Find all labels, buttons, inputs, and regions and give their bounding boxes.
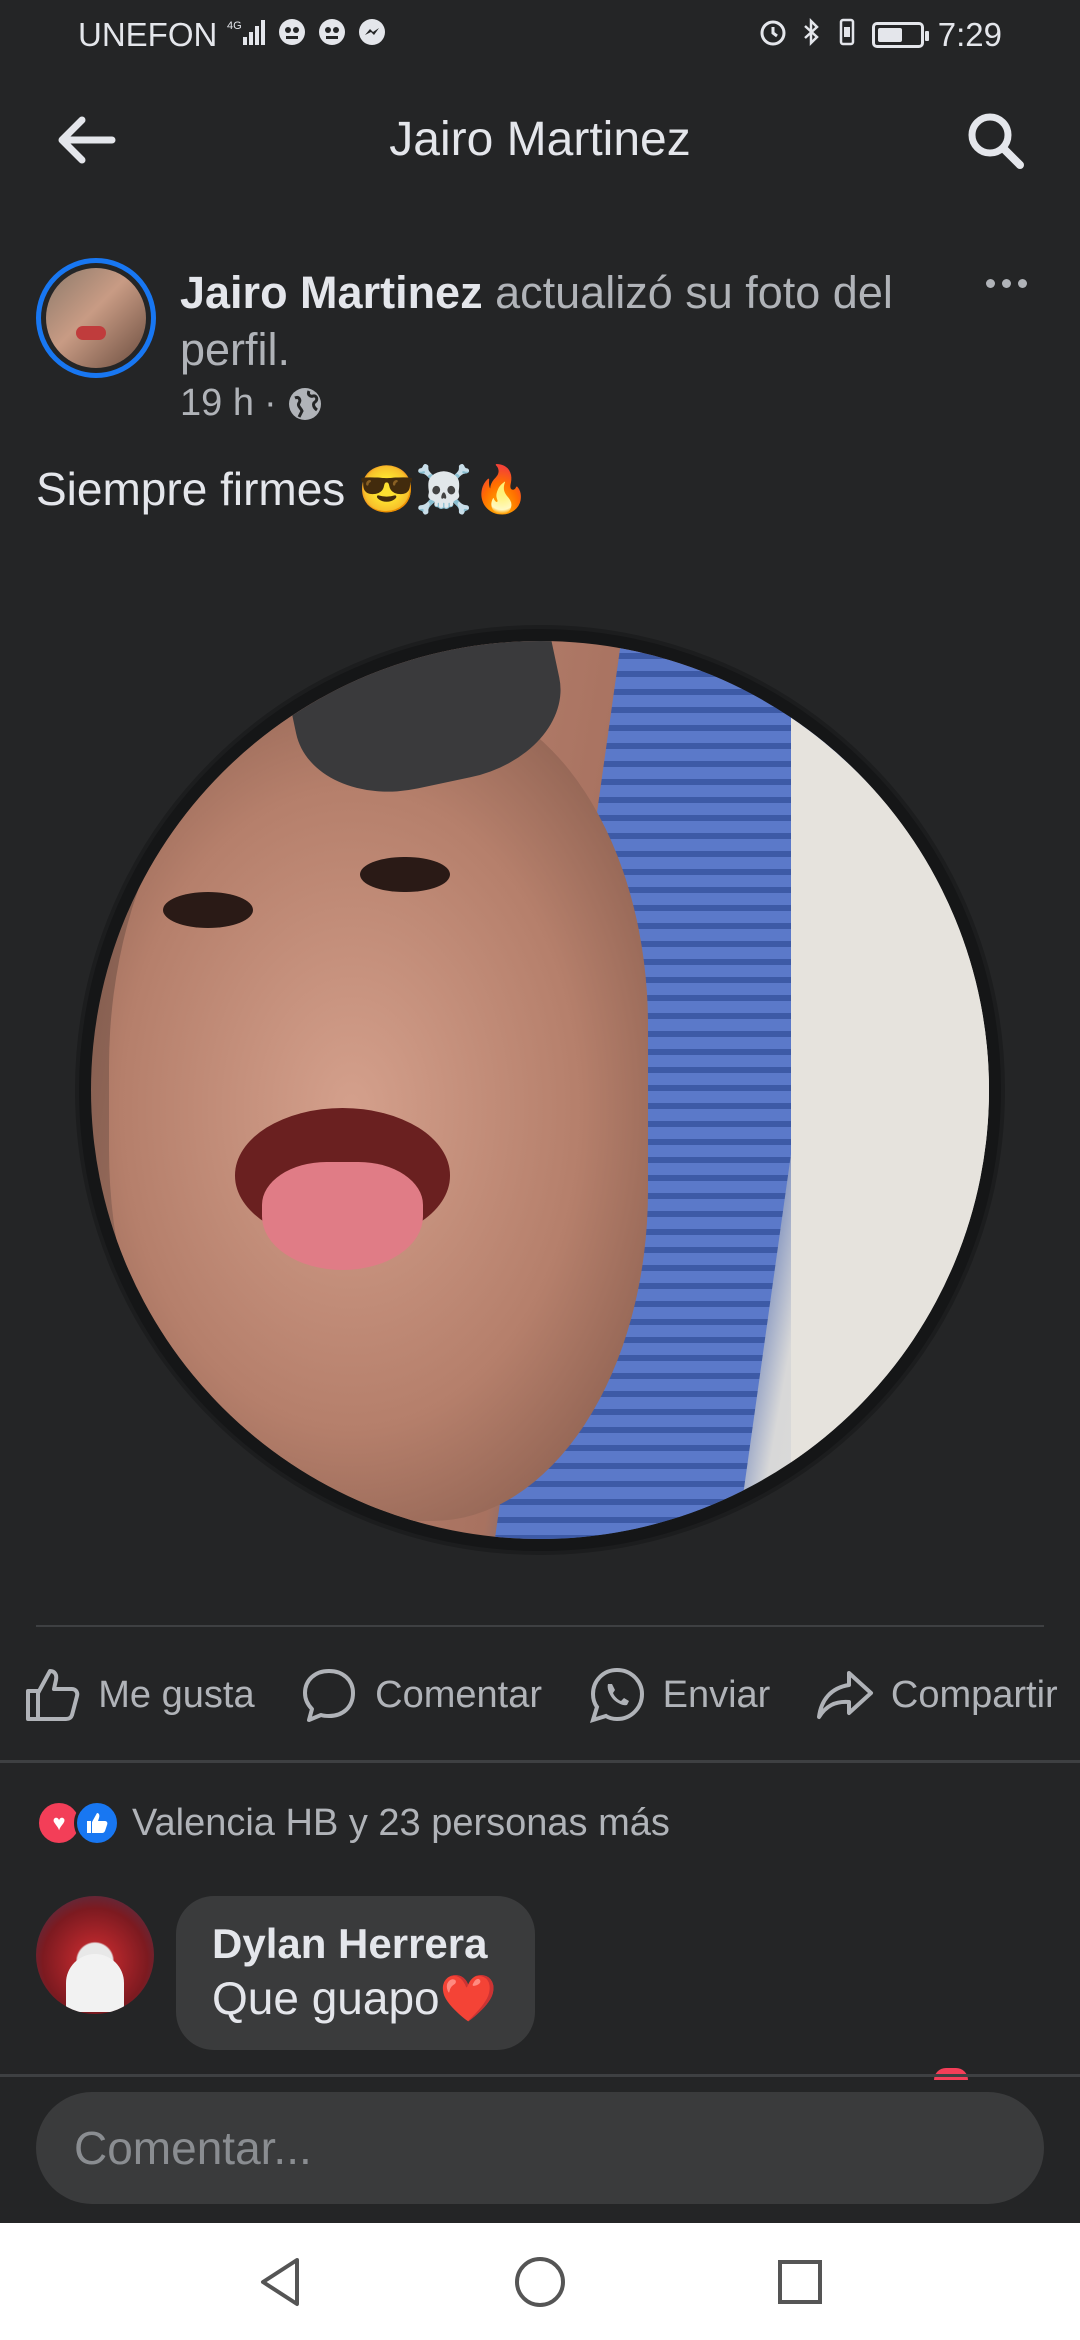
nav-recents-button[interactable] xyxy=(760,2242,840,2322)
status-left: UNEFON 4G xyxy=(78,16,387,54)
network-type-label: 4G xyxy=(227,20,242,32)
more-dots-icon xyxy=(985,278,995,288)
vibrate-icon xyxy=(836,17,858,54)
messenger-icon xyxy=(357,17,387,54)
system-navigation-bar xyxy=(0,2223,1080,2340)
post-actions: Me gusta Comentar Enviar Compartir xyxy=(0,1640,1080,1750)
nav-home-button[interactable] xyxy=(500,2242,580,2322)
photo-eye xyxy=(162,892,253,929)
more-dots-icon xyxy=(1017,278,1027,288)
comment-author[interactable]: Dylan Herrera xyxy=(212,1918,497,1970)
back-triangle-icon xyxy=(261,2257,299,2306)
section-divider xyxy=(0,1760,1080,1763)
page-title: Jairo Martinez xyxy=(389,113,691,166)
top-app-bar: Jairo Martinez xyxy=(0,72,1080,207)
share-button[interactable]: Compartir xyxy=(815,1665,1058,1725)
profile-photo-frame[interactable] xyxy=(75,625,1005,1555)
globe-icon xyxy=(288,387,321,420)
battery-icon xyxy=(871,22,929,48)
like-reaction-icon xyxy=(74,1800,120,1846)
like-icon xyxy=(26,1669,80,1721)
search-icon xyxy=(968,113,1024,169)
comment-composer xyxy=(36,2092,1044,2204)
battery-level-fill xyxy=(877,28,902,42)
clock: 7:29 xyxy=(937,16,1002,53)
home-circle-icon xyxy=(515,2256,565,2307)
author-name[interactable]: Jairo Martinez xyxy=(180,267,483,318)
profile-photo xyxy=(91,641,989,1539)
more-dots-icon xyxy=(1001,278,1011,288)
carrier-label: UNEFON xyxy=(78,16,218,53)
post-caption: Siempre firmes 😎☠️🔥 xyxy=(36,463,530,515)
photo-eye xyxy=(360,856,451,893)
reactions-summary[interactable]: ♥ Valencia HB y 23 personas más xyxy=(36,1798,670,1848)
meta-separator: · xyxy=(263,382,277,424)
status-bar: UNEFON 4G 7:29 xyxy=(0,0,1080,72)
alarm-icon xyxy=(758,17,788,54)
more-options-button[interactable] xyxy=(966,258,1046,308)
comment-label: Comentar xyxy=(375,1673,543,1716)
search-button[interactable] xyxy=(950,100,1040,180)
photo-face xyxy=(108,694,648,1522)
comment-bubble[interactable]: Dylan Herrera Que guapo❤️ xyxy=(176,1896,535,2050)
reactions-text: Valencia HB y 23 personas más xyxy=(132,1801,670,1844)
photo-wall xyxy=(791,641,989,1539)
share-label: Compartir xyxy=(890,1673,1058,1716)
divider xyxy=(36,1625,1044,1627)
photo-tongue xyxy=(261,1161,424,1270)
author-avatar[interactable] xyxy=(36,258,156,378)
post-time[interactable]: 19 h xyxy=(180,382,254,425)
nav-back-button[interactable] xyxy=(240,2242,320,2322)
send-label: Enviar xyxy=(662,1673,771,1716)
status-right: 7:29 xyxy=(758,16,1002,54)
notification-icon xyxy=(317,17,347,54)
post-headline: Jairo Martinez actualizó su foto del per… xyxy=(180,264,940,378)
signal-icon: 4G xyxy=(227,17,267,54)
bluetooth-icon xyxy=(802,17,822,54)
comment-text: Que guapo❤️ xyxy=(212,1972,497,2024)
comment-button[interactable]: Comentar xyxy=(299,1665,542,1725)
avatar-image xyxy=(46,268,146,368)
commenter-avatar[interactable] xyxy=(36,1896,154,2014)
post-header: Jairo Martinez actualizó su foto del per… xyxy=(36,258,1046,438)
like-button[interactable]: Me gusta xyxy=(22,1665,255,1725)
comment-input[interactable] xyxy=(36,2092,1044,2204)
recents-square-icon xyxy=(778,2259,822,2304)
share-icon xyxy=(816,1671,873,1719)
send-whatsapp-button[interactable]: Enviar xyxy=(587,1665,771,1725)
composer-divider xyxy=(0,2074,1080,2077)
notification-icon xyxy=(277,17,307,54)
whatsapp-icon xyxy=(589,1667,644,1724)
like-label: Me gusta xyxy=(98,1673,255,1716)
comment-icon xyxy=(303,1669,356,1722)
post-meta: 19 h · xyxy=(180,382,323,425)
